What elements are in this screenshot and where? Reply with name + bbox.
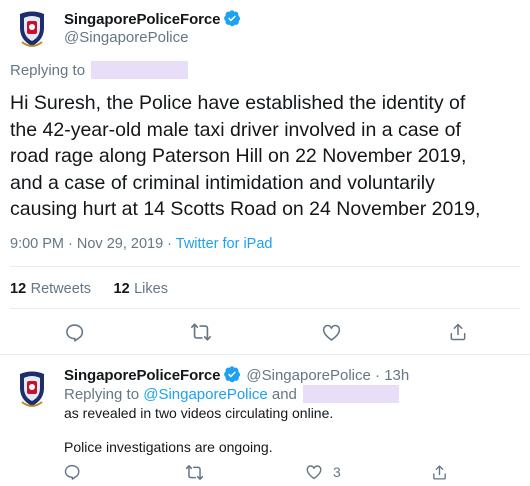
like-button[interactable] (319, 320, 343, 344)
like-icon (322, 324, 340, 341)
police-crest-icon (10, 366, 54, 410)
share-icon (450, 323, 466, 341)
tweet-text-line: Hi Suresh, the Police have established t… (10, 92, 466, 114)
reply-button[interactable] (61, 461, 83, 483)
display-name[interactable]: SingaporePoliceForce (64, 11, 220, 28)
share-button[interactable] (446, 320, 470, 344)
police-crest-icon (10, 6, 54, 50)
reply-text-line: Police investigations are ongoing. (64, 439, 273, 455)
retweet-icon (191, 323, 211, 341)
replying-to-label: Replying to (10, 62, 86, 79)
redacted-handle (303, 385, 400, 403)
reply-and-text: and (267, 386, 297, 403)
timestamp[interactable]: 9:00 PM · Nov 29, 2019 · (10, 236, 176, 252)
tweet-text-line: and a case of criminal intimidation and … (10, 171, 435, 194)
retweet-icon (185, 464, 203, 480)
tweet-text-line: road rage along Paterson Hill on 22 Nove… (10, 145, 467, 167)
source-link[interactable]: Twitter for iPad (176, 236, 273, 252)
tweet-text-line: causing hurt at 14 Scotts Road on 24 Nov… (10, 198, 481, 220)
reply-button[interactable] (62, 320, 86, 344)
reply-mention-link[interactable]: @SingaporePolice (143, 386, 267, 403)
retweet-button[interactable] (183, 461, 205, 483)
reply-handle-time[interactable]: @SingaporePolice · 13h (246, 367, 409, 384)
likes-stat[interactable]: 12 Likes (114, 280, 168, 297)
reply-text-line: as revealed in two videos circulating on… (64, 405, 334, 421)
like-icon (306, 465, 322, 480)
reply-display-name[interactable]: SingaporePoliceForce (64, 367, 220, 384)
like-button[interactable]: 3 (305, 461, 341, 483)
reply-replying-label: Replying to (64, 386, 140, 403)
likes-count: 12 (113, 281, 130, 297)
tweet-text: Hi Suresh, the Police have established t… (10, 90, 480, 223)
tweet-text-line: the 42-year-old male taxi driver involve… (10, 118, 461, 141)
reply-icon (65, 323, 83, 342)
reply-avatar[interactable] (10, 366, 54, 410)
retweets-count: 12 (10, 281, 27, 297)
handle[interactable]: @SingaporePolice (64, 29, 188, 46)
verified-badge-icon (224, 10, 241, 27)
redacted-handle (91, 61, 189, 79)
retweets-stat[interactable]: 12 Retweets (10, 280, 96, 297)
share-icon (432, 464, 446, 480)
reply-icon (64, 464, 80, 480)
avatar[interactable] (10, 6, 54, 50)
share-button[interactable] (428, 461, 450, 483)
retweet-button[interactable] (189, 320, 213, 344)
likes-label: Likes (134, 281, 168, 297)
retweets-label: Retweets (30, 281, 92, 297)
reply-likes-count: 3 (333, 464, 341, 480)
verified-badge-icon (224, 366, 241, 383)
